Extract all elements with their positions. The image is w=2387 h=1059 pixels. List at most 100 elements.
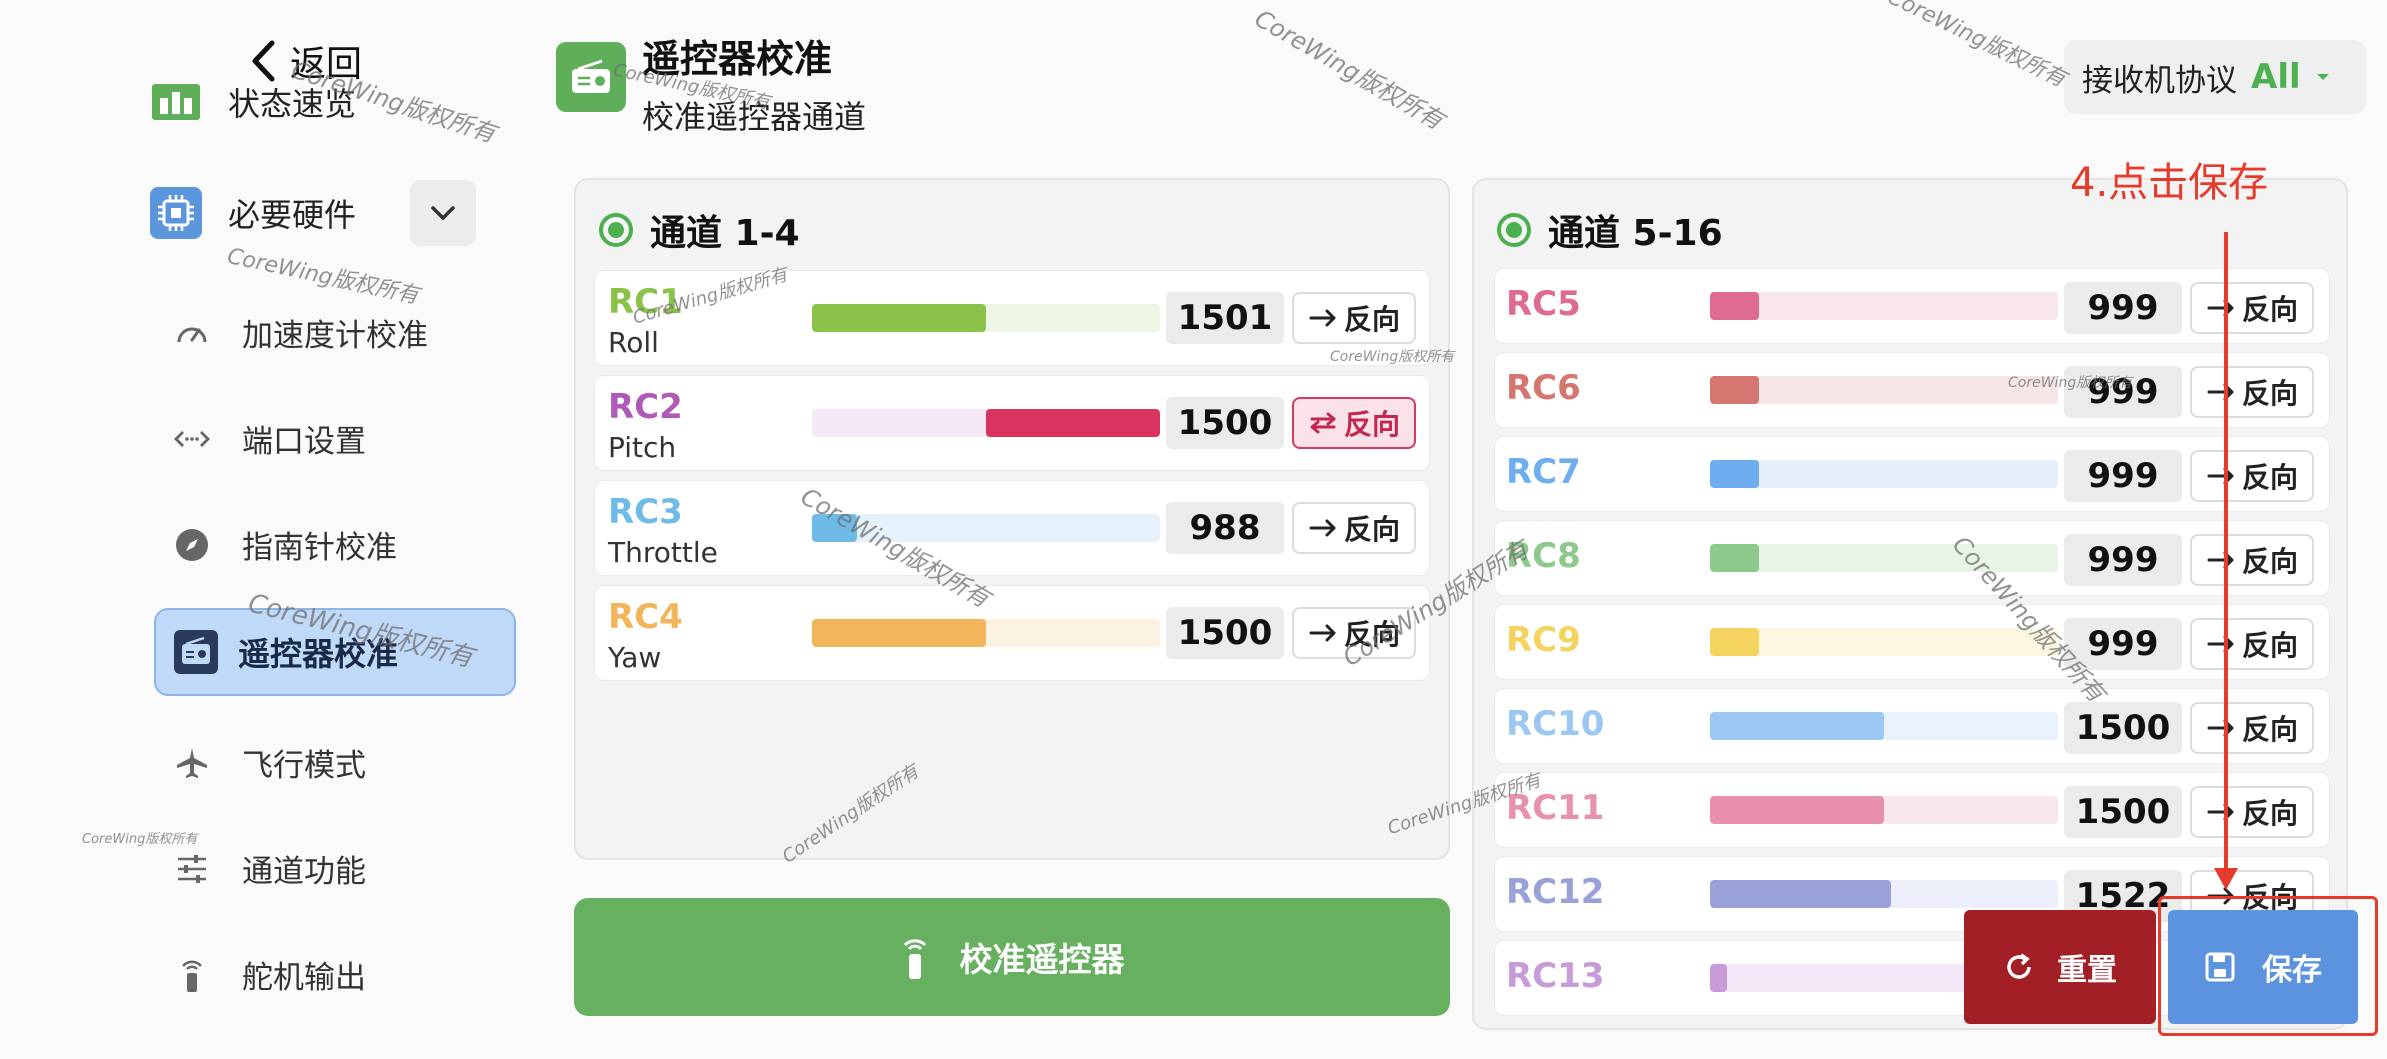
channel-bar-fill xyxy=(1710,964,1728,992)
watermark: CoreWing版权所有 xyxy=(1250,4,1449,136)
reverse-button[interactable]: 反向 xyxy=(2190,366,2314,418)
watermark: CoreWing版权所有 xyxy=(1330,349,1455,365)
watermark: CoreWing版权所有 xyxy=(1883,0,2070,93)
channel-bar-fill xyxy=(986,409,1160,437)
sidebar-item-label: 舵机输出 xyxy=(242,960,366,996)
reverse-button[interactable]: 反向 xyxy=(2190,786,2314,838)
channel-bar xyxy=(1710,376,2058,404)
channel-bar-fill xyxy=(812,304,986,332)
reverse-button[interactable]: 反向 xyxy=(2190,450,2314,502)
sidebar-item-channel-functions[interactable]: 通道功能 xyxy=(172,846,366,891)
channel-bar-fill xyxy=(1710,628,1759,656)
arrow-right-icon xyxy=(2207,803,2234,821)
reverse-button[interactable]: 反向 xyxy=(2190,618,2314,670)
arrow-right-icon xyxy=(2207,551,2234,569)
channel-value: 999 xyxy=(2064,450,2182,502)
chevron-down-icon xyxy=(430,205,456,221)
reverse-button[interactable]: 反向 xyxy=(2190,282,2314,334)
channel-value: 1500 xyxy=(2064,702,2182,754)
channel-bar-fill xyxy=(1710,376,1759,404)
reverse-button[interactable]: 反向 xyxy=(2190,702,2314,754)
reverse-button[interactable]: 反向 xyxy=(1292,502,1416,554)
channel-name: RC3 xyxy=(608,492,683,532)
channel-bar xyxy=(812,304,1160,332)
reverse-label: 反向 xyxy=(2241,377,2298,410)
arrow-right-icon xyxy=(1309,624,1336,642)
nav-item-label: 必要硬件 xyxy=(228,196,357,234)
panel-title-channels-5-16: 通道 5-16 xyxy=(1496,204,1723,256)
caret-down-icon xyxy=(2315,72,2331,82)
arrow-right-icon xyxy=(1309,519,1336,537)
channel-function: Roll xyxy=(608,326,659,359)
reverse-label: 反向 xyxy=(1343,408,1400,441)
sidebar-item-label: 飞行模式 xyxy=(242,748,366,784)
channel-name: RC6 xyxy=(1506,368,1581,408)
channel-bar xyxy=(1710,712,2058,740)
channel-bar-fill xyxy=(812,619,986,647)
panel-title-text: 通道 1-4 xyxy=(650,213,800,254)
sidebar-item-accel[interactable]: 加速度计校准 xyxy=(172,310,428,355)
arrow-right-icon xyxy=(2207,467,2234,485)
channel-bar xyxy=(1710,628,2058,656)
channel-value: 988 xyxy=(1166,502,1284,554)
annotation-arrow xyxy=(2224,232,2228,872)
radio-icon xyxy=(174,630,218,674)
panel-title-text: 通道 5-16 xyxy=(1548,213,1723,254)
channel-name: RC4 xyxy=(608,597,683,637)
channel-function: Pitch xyxy=(608,431,677,464)
reverse-button[interactable]: 反向 xyxy=(1292,397,1416,449)
channel-name: RC5 xyxy=(1506,284,1581,324)
sidebar-item-label: 端口设置 xyxy=(242,424,366,460)
gauge-icon xyxy=(172,313,212,353)
remote-icon xyxy=(900,933,930,981)
watermark: CoreWing版权所有 xyxy=(2008,375,2133,391)
reverse-label: 反向 xyxy=(2241,545,2298,578)
channel-value: 1500 xyxy=(1166,397,1284,449)
channel-bar-fill xyxy=(1710,460,1759,488)
channel-name: RC2 xyxy=(608,387,683,427)
sidebar-item-label: 通道功能 xyxy=(242,854,366,890)
channel-bar xyxy=(812,619,1160,647)
sliders-icon xyxy=(172,849,212,889)
channel-name: RC12 xyxy=(1506,872,1605,912)
protocol-value: All xyxy=(2251,57,2301,97)
arrow-right-icon xyxy=(2207,635,2234,653)
channel-value: 999 xyxy=(2064,282,2182,334)
channel-bar xyxy=(812,409,1160,437)
sidebar-item-compass[interactable]: 指南针校准 xyxy=(172,522,397,567)
calibrate-rc-button[interactable]: 校准遥控器 xyxy=(574,898,1450,1016)
channel-bar-fill xyxy=(1710,544,1759,572)
channel-name: RC10 xyxy=(1506,704,1605,744)
servo-icon xyxy=(172,955,212,995)
swap-arrows-icon xyxy=(1310,412,1336,434)
sidebar-item-servo-output[interactable]: 舵机输出 xyxy=(172,952,366,997)
channel-bar-fill xyxy=(1710,880,1891,908)
channel-function: Throttle xyxy=(608,536,718,569)
reverse-button[interactable]: 反向 xyxy=(1292,292,1416,344)
arrow-head-icon xyxy=(2212,866,2240,892)
arrow-right-icon xyxy=(1309,309,1336,327)
reset-button[interactable]: 重置 xyxy=(1964,910,2156,1024)
sidebar-item-flight-modes[interactable]: 飞行模式 xyxy=(172,740,366,785)
status-dot-icon xyxy=(1496,212,1532,248)
reverse-button[interactable]: 反向 xyxy=(2190,534,2314,586)
channel-function: Yaw xyxy=(608,641,662,674)
channel-name: RC13 xyxy=(1506,956,1605,996)
panel-title-channels-1-4: 通道 1-4 xyxy=(598,204,800,256)
status-dot-icon xyxy=(598,212,634,248)
channel-bar xyxy=(1710,796,2058,824)
receiver-protocol-select[interactable]: 接收机协议 All xyxy=(2064,40,2366,114)
sidebar-item-label: 加速度计校准 xyxy=(242,318,428,354)
sidebar-item-label: 指南针校准 xyxy=(242,530,397,566)
reset-label: 重置 xyxy=(2057,953,2117,988)
expand-hardware-button[interactable] xyxy=(410,180,476,246)
channel-bar-fill xyxy=(1710,712,1884,740)
channel-value: 1501 xyxy=(1166,292,1284,344)
channel-bar-fill xyxy=(1710,292,1759,320)
sidebar-item-ports[interactable]: 端口设置 xyxy=(172,416,366,461)
nav-item-hardware[interactable]: 必要硬件 xyxy=(150,187,356,239)
channel-bar xyxy=(1710,460,2058,488)
channel-bar-fill xyxy=(1710,796,1884,824)
channel-bar xyxy=(1710,292,2058,320)
watermark: CoreWing版权所有 xyxy=(82,832,198,847)
